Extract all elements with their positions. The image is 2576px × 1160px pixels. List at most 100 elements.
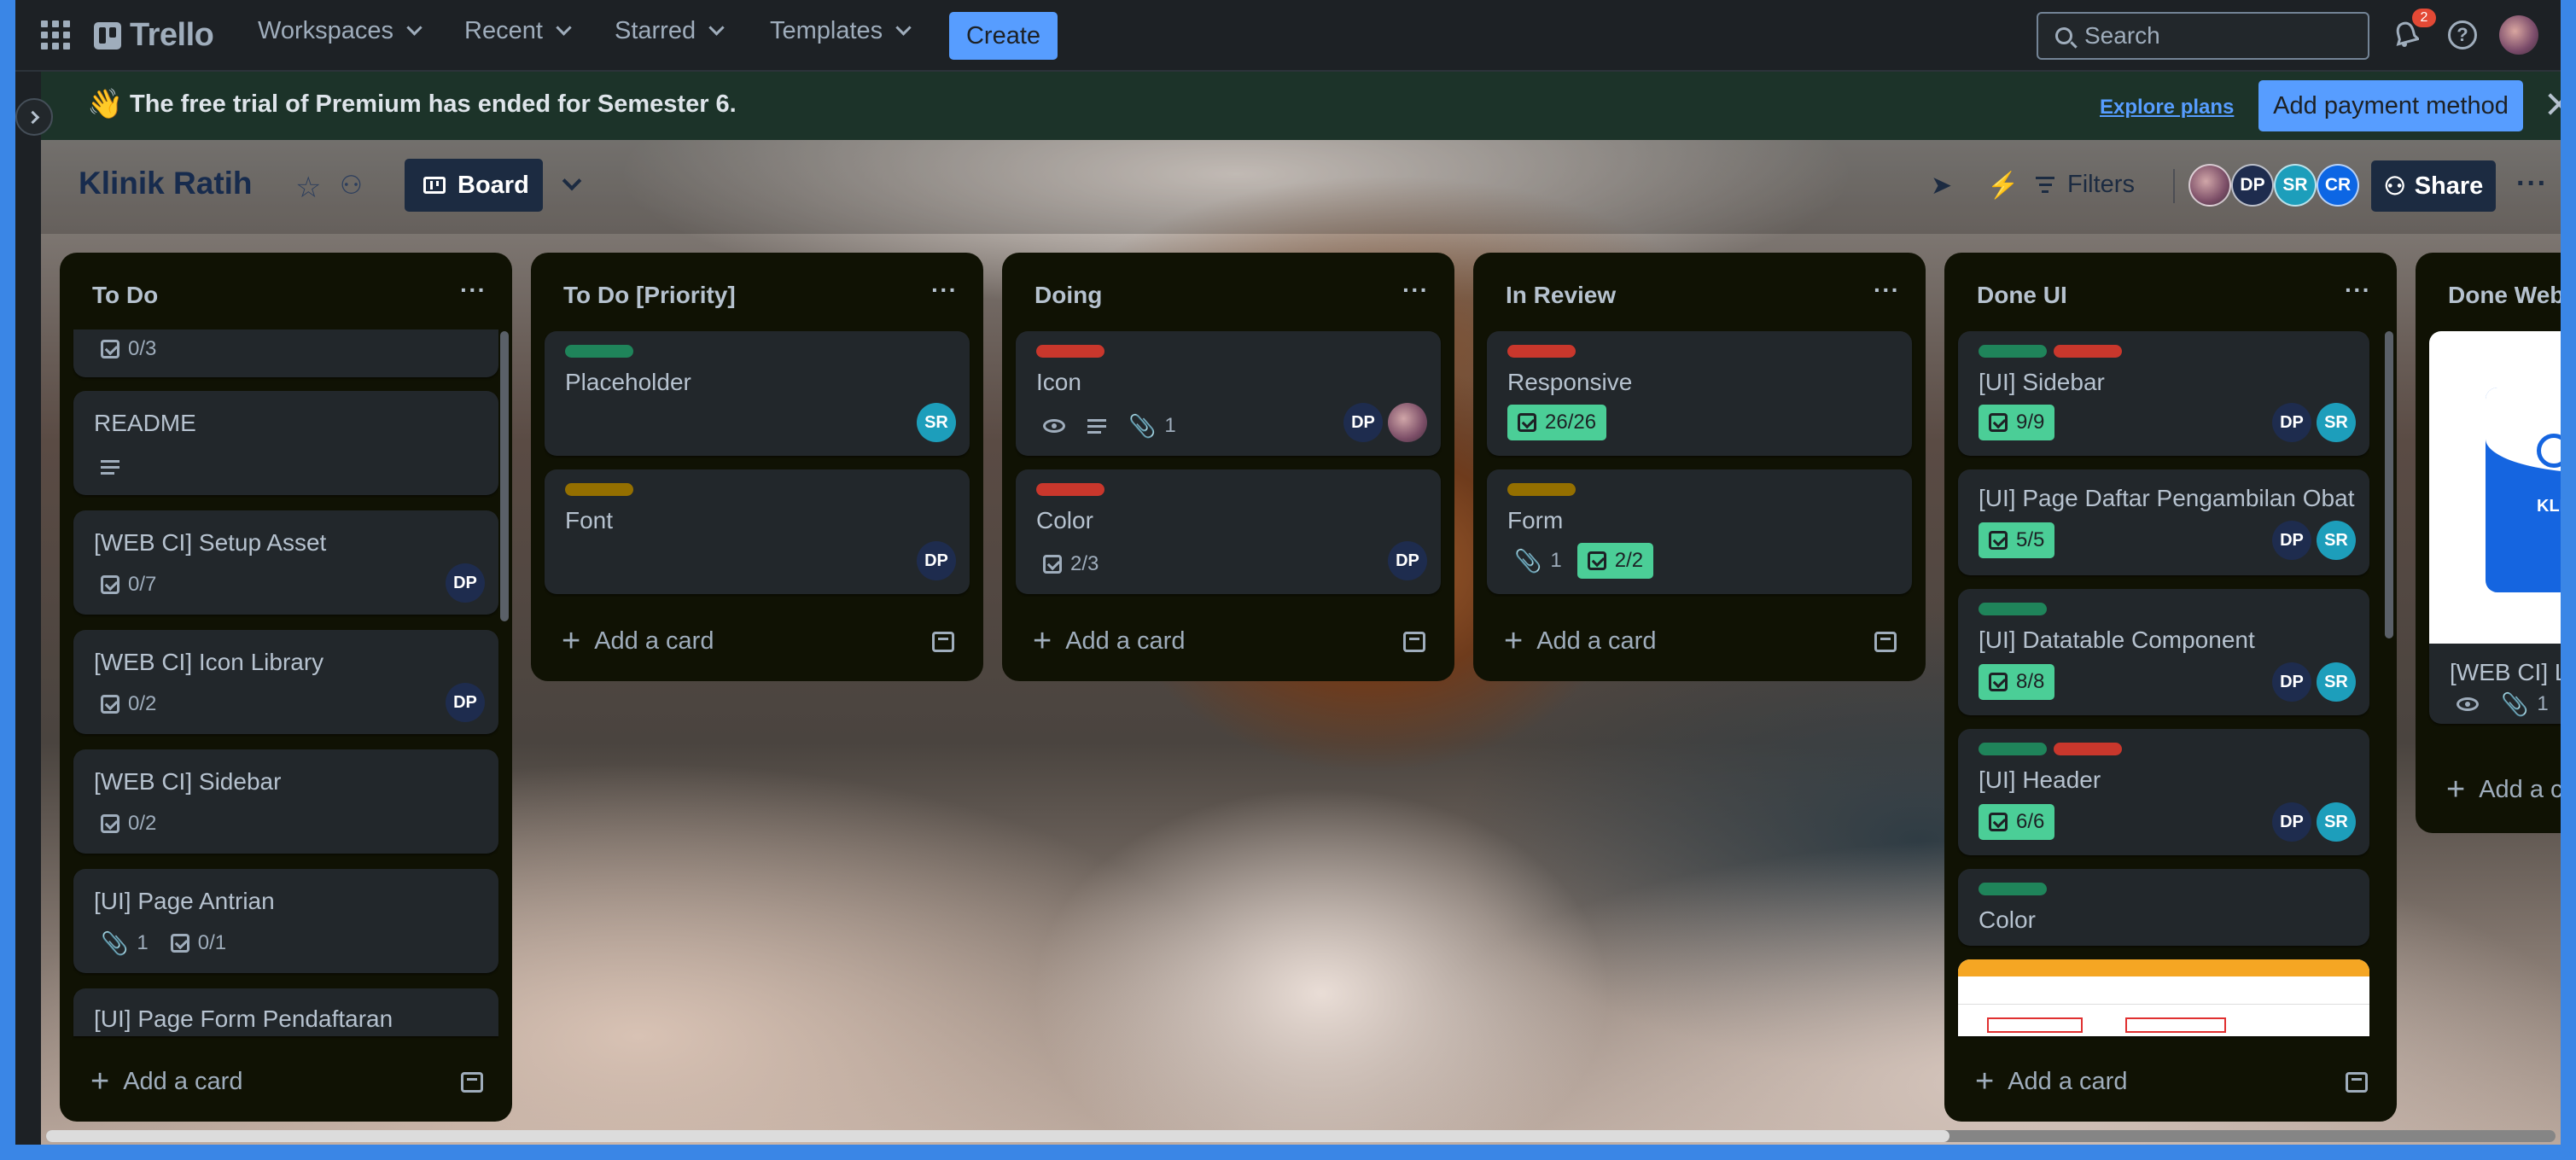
list-card[interactable]: Color [1958, 869, 2369, 946]
add-card-button[interactable]: + Add a card [1975, 1065, 2127, 1098]
card-cover-image[interactable] [1958, 959, 2369, 1036]
create-button[interactable]: Create [949, 12, 1058, 60]
board-view-label: Board [458, 171, 529, 199]
list-card[interactable]: Font DP [545, 469, 970, 594]
list-to-do: To Do ··· 0/3 README [WEB CI] Setup Asse… [60, 253, 512, 1122]
list-header[interactable]: To Do ··· [60, 253, 512, 329]
close-banner-icon[interactable] [2544, 89, 2561, 119]
list-card[interactable]: README [73, 391, 498, 495]
list-card[interactable]: [UI] Page Antrian 📎 1 0/1 [73, 869, 498, 973]
member-avatar-sr[interactable]: SR [2274, 164, 2317, 207]
card-member-avatar[interactable]: SR [2317, 521, 2356, 560]
list-header[interactable]: Done UI ··· [1944, 253, 2397, 329]
card-member-avatar[interactable]: SR [2317, 403, 2356, 442]
card-member-avatar[interactable]: SR [917, 403, 956, 442]
card-member-avatar[interactable]: SR [2317, 662, 2356, 702]
views-chevron-down-icon[interactable] [562, 171, 582, 191]
list-card[interactable]: Form 📎 1 2/2 [1487, 469, 1912, 594]
list-title[interactable]: Done Web [2448, 282, 2561, 309]
help-icon[interactable]: ? [2448, 20, 2477, 50]
card-member-avatar[interactable]: DP [446, 563, 485, 603]
add-card-button[interactable]: + Add a card [562, 625, 714, 657]
list-header[interactable]: In Review ··· [1473, 253, 1926, 329]
list-menu-icon[interactable]: ··· [1874, 277, 1900, 304]
card-member-avatar-photo[interactable] [1388, 403, 1427, 442]
card-member-avatar[interactable]: DP [2272, 662, 2311, 702]
list-header[interactable]: Doing ··· [1002, 253, 1454, 329]
board-scrollbar-thumb[interactable] [46, 1130, 1949, 1142]
card-template-icon[interactable] [1874, 632, 1897, 652]
card-template-icon[interactable] [2346, 1072, 2368, 1093]
card-member-avatar[interactable]: DP [917, 541, 956, 580]
menu-workspaces[interactable]: Workspaces [258, 17, 423, 45]
star-icon[interactable]: ☆ [295, 171, 321, 205]
list-card[interactable]: KLI [WEB CI] Lo 📎1 [2429, 331, 2561, 724]
card-member-avatar[interactable]: DP [2272, 802, 2311, 842]
card-member-avatar[interactable]: DP [2272, 403, 2311, 442]
list-card[interactable]: [UI] Sidebar 9/9 DP SR [1958, 331, 2369, 456]
card-member-avatar[interactable]: DP [2272, 521, 2311, 560]
member-avatar-cr[interactable]: CR [2317, 164, 2359, 207]
card-member-avatar[interactable]: DP [1343, 403, 1383, 442]
list-header[interactable]: Done Web [2416, 253, 2561, 329]
list-menu-icon[interactable]: ··· [2345, 277, 2371, 304]
list-card[interactable]: [WEB CI] Sidebar 0/2 [73, 749, 498, 854]
attachment-count: 1 [1550, 549, 1562, 572]
card-template-icon[interactable] [461, 1072, 483, 1093]
automation-lightning-icon[interactable]: ⚡ [1987, 171, 2019, 201]
list-menu-icon[interactable]: ··· [931, 277, 958, 304]
add-card-button[interactable]: + Add a card [1033, 625, 1185, 657]
card-template-icon[interactable] [1403, 632, 1425, 652]
card-template-icon[interactable] [932, 632, 954, 652]
list-card[interactable]: Icon 📎 1 DP [1016, 331, 1441, 456]
filters-button[interactable]: Filters [2035, 171, 2135, 199]
add-payment-method-button[interactable]: Add payment method [2258, 80, 2523, 131]
list-card[interactable]: [WEB CI] Icon Library 0/2 DP [73, 630, 498, 734]
user-avatar[interactable] [2499, 15, 2538, 55]
workspace-visibility-icon[interactable]: ⚇ [340, 171, 369, 200]
list-title[interactable]: Done UI [1977, 282, 2067, 309]
card-member-avatar[interactable]: SR [2317, 802, 2356, 842]
list-header[interactable]: To Do [Priority] ··· [531, 253, 983, 329]
list-title[interactable]: In Review [1506, 282, 1616, 309]
add-card-button[interactable]: + Add a card [1504, 625, 1656, 657]
list-card[interactable]: [WEB CI] Setup Asset 0/7 DP [73, 510, 498, 615]
list-menu-icon[interactable]: ··· [460, 277, 487, 304]
board-title[interactable]: Klinik Ratih [79, 166, 253, 201]
list-title[interactable]: Doing [1034, 282, 1102, 309]
board-menu-icon[interactable]: ··· [2516, 167, 2548, 201]
list-card[interactable]: Responsive 26/26 [1487, 331, 1912, 456]
list-card[interactable]: Color 2/3 DP [1016, 469, 1441, 594]
list-title[interactable]: To Do [Priority] [563, 282, 736, 309]
label-red [1507, 345, 1576, 358]
list-scrollbar[interactable] [2385, 331, 2393, 638]
member-avatar-photo[interactable] [2188, 164, 2231, 207]
share-button[interactable]: ⚇ Share [2371, 160, 2496, 212]
expand-sidebar-button[interactable] [15, 98, 53, 136]
menu-recent[interactable]: Recent [464, 17, 572, 45]
list-card[interactable]: [UI] Header 6/6 DP SR [1958, 729, 2369, 855]
list-menu-icon[interactable]: ··· [1402, 277, 1429, 304]
member-avatar-dp[interactable]: DP [2231, 164, 2274, 207]
menu-starred[interactable]: Starred [615, 17, 725, 45]
list-scrollbar[interactable] [500, 331, 509, 621]
app-switcher-icon[interactable] [41, 20, 70, 50]
add-card-button[interactable]: + Add a card [90, 1065, 242, 1098]
list-card[interactable]: 0/3 [73, 329, 498, 377]
card-badges: 📎 1 2/2 [1507, 543, 1654, 579]
menu-templates[interactable]: Templates [770, 17, 912, 45]
trello-logo[interactable]: Trello [94, 17, 214, 54]
list-card[interactable]: Placeholder SR [545, 331, 970, 456]
list-card[interactable]: [UI] Page Daftar Pengambilan Obat 5/5 DP… [1958, 469, 2369, 575]
list-title[interactable]: To Do [92, 282, 158, 309]
card-member-avatar[interactable]: DP [446, 683, 485, 722]
explore-plans-link[interactable]: Explore plans [2100, 96, 2234, 119]
card-member-avatar[interactable]: DP [1388, 541, 1427, 580]
list-card[interactable]: [UI] Datatable Component 8/8 DP SR [1958, 589, 2369, 715]
add-card-button[interactable]: + Add a c [2446, 773, 2561, 806]
board-view-button[interactable]: Board [405, 159, 543, 212]
card-title: [WEB CI] Sidebar [94, 768, 282, 795]
list-card[interactable]: [UI] Page Form Pendaftaran [73, 988, 498, 1036]
power-ups-rocket-icon[interactable]: ➤ [1931, 171, 1952, 201]
search-input[interactable]: Search [2037, 12, 2369, 60]
